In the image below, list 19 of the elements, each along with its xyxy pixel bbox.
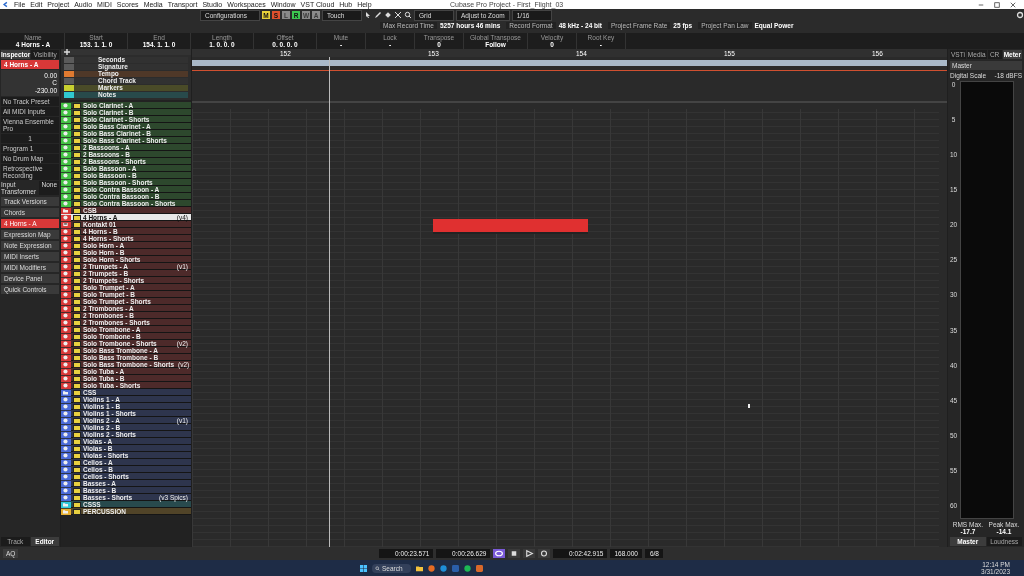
play-icon[interactable]	[523, 549, 536, 558]
record-icon[interactable]	[538, 549, 551, 558]
cycle-icon[interactable]	[493, 549, 506, 558]
scissors-icon[interactable]	[394, 11, 402, 19]
app-logo-icon	[2, 1, 9, 8]
maximize-icon[interactable]	[994, 1, 1000, 8]
settings-icon[interactable]	[1016, 11, 1024, 19]
app-icon[interactable]	[475, 564, 483, 572]
zoom-icon[interactable]	[404, 11, 412, 19]
music-app-icon[interactable]	[463, 564, 471, 572]
keyboard-icon[interactable]	[63, 222, 68, 227]
close-icon[interactable]	[1010, 1, 1016, 8]
pointer-icon[interactable]	[364, 11, 372, 19]
windows-start-icon[interactable]	[360, 564, 367, 572]
folder-icon[interactable]	[415, 564, 423, 572]
pencil-icon[interactable]	[374, 11, 382, 19]
stop-icon[interactable]	[508, 549, 521, 558]
search-icon	[375, 565, 380, 571]
midi-part[interactable]	[433, 219, 588, 234]
